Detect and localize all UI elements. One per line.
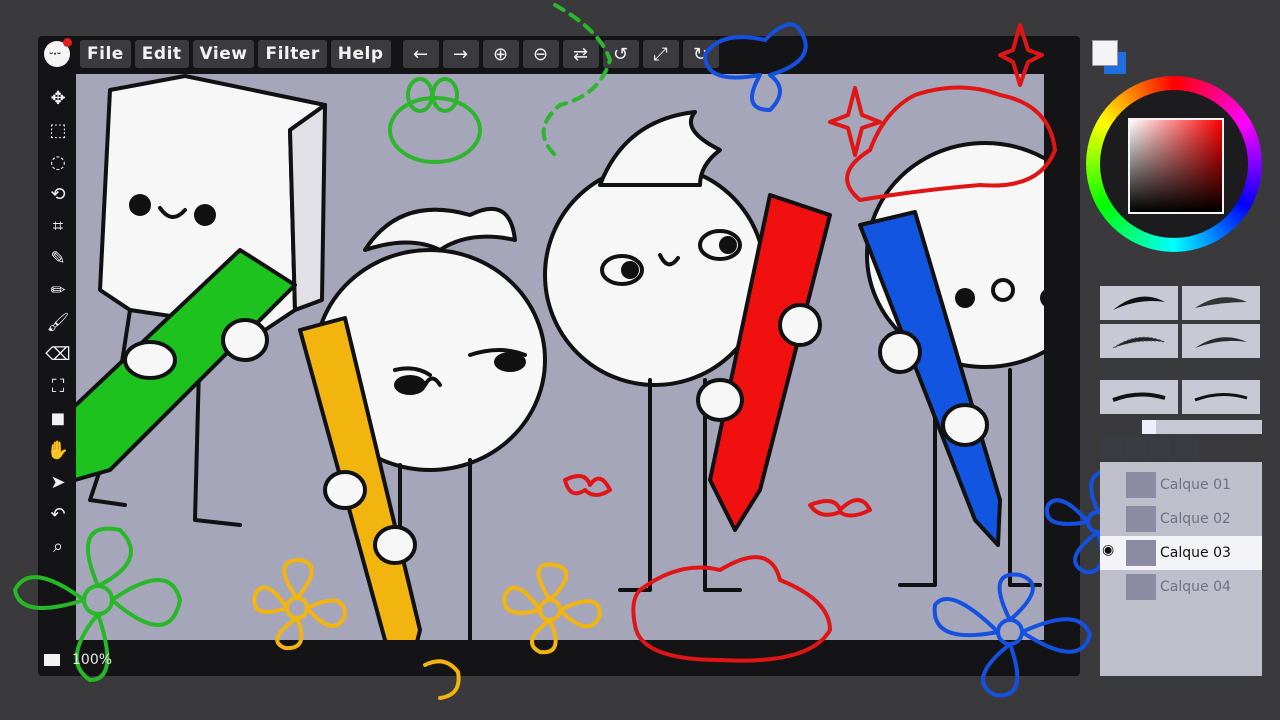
move-icon: ✥ <box>50 88 66 109</box>
brush-preset-3[interactable] <box>1100 324 1178 358</box>
layer-item[interactable]: Calque 01 <box>1100 468 1262 502</box>
layer-item[interactable]: Calque 04 <box>1100 570 1262 604</box>
ink-stroke-icon <box>1113 296 1165 310</box>
status-bar: 100% <box>44 648 112 672</box>
flip-button[interactable]: ⇄ <box>562 40 599 68</box>
move-tool[interactable]: ✥ <box>45 86 71 111</box>
rotate-right-button[interactable]: ↻ <box>682 40 719 68</box>
hand-icon: ✋ <box>46 440 70 461</box>
color-wheel-center <box>1100 90 1248 238</box>
layer-label: Calque 04 <box>1160 579 1231 595</box>
shape-icon: ◼ <box>50 408 66 429</box>
search-icon: ⌕ <box>52 536 64 557</box>
brush-preset-6[interactable] <box>1182 380 1260 414</box>
brush-preset-4[interactable] <box>1182 324 1260 358</box>
eyedropper-icon: ✎ <box>50 248 66 269</box>
zoom-out-icon: ⊖ <box>533 43 549 65</box>
lasso-icon: ⟲ <box>50 184 66 205</box>
zoom-level[interactable]: 100% <box>72 652 112 668</box>
ellipse-select-icon: ◌ <box>50 152 66 173</box>
brush-preset-5[interactable] <box>1100 380 1178 414</box>
smudge-icon: ➤ <box>50 472 66 493</box>
line-stroke-icon <box>1112 392 1166 402</box>
menu-view[interactable]: View <box>192 40 255 68</box>
layer-tool-3[interactable] <box>1150 438 1172 458</box>
layer-tool-4[interactable] <box>1175 438 1197 458</box>
drawing-canvas[interactable] <box>76 74 1044 640</box>
soft-stroke-icon <box>1195 297 1247 308</box>
redo-button[interactable]: → <box>442 40 479 68</box>
layers-panel: Calque 01 Calque 02 ◉ Calque 03 Calque 0… <box>1100 462 1262 676</box>
eye-icon[interactable]: ◉ <box>1102 542 1120 562</box>
menubar: ᵕ·ᵕ File Edit View Filter Help ← → ⊕ ⊖ ⇄… <box>38 36 1080 72</box>
smudge-tool[interactable]: ➤ <box>45 470 71 495</box>
color-swatches <box>1090 40 1136 80</box>
saturation-value-picker[interactable] <box>1128 118 1224 214</box>
status-color-swatch <box>44 654 60 666</box>
layer-thumbnail <box>1126 506 1156 532</box>
eyedropper-tool[interactable]: ✎ <box>45 246 71 271</box>
brush-preset-1[interactable] <box>1100 286 1178 320</box>
rect-select-icon: ⬚ <box>49 120 67 141</box>
zoom-tool[interactable]: ⌕ <box>45 534 71 559</box>
zoom-out-button[interactable]: ⊖ <box>522 40 559 68</box>
rect-select-tool[interactable]: ⬚ <box>45 118 71 143</box>
rotate-left-icon: ↺ <box>613 43 629 65</box>
zoom-in-button[interactable]: ⊕ <box>482 40 519 68</box>
brush-tool[interactable]: 🖌 <box>45 310 71 335</box>
grain-stroke-icon <box>1195 337 1247 348</box>
layer-item[interactable]: Calque 02 <box>1100 502 1262 536</box>
brush-icon: 🖌 <box>46 312 70 333</box>
history-icon: ↶ <box>50 504 66 525</box>
undo-button[interactable]: ← <box>402 40 439 68</box>
tool-palette: ✥ ⬚ ◌ ⟲ ⌗ ✎ ✏ 🖌 ⌫ ⛶ ◼ ✋ ➤ ↶ ⌕ <box>42 80 74 666</box>
layer-item-active[interactable]: ◉ Calque 03 <box>1100 536 1262 570</box>
color-wheel[interactable] <box>1086 76 1262 252</box>
paint-app: ᵕ·ᵕ File Edit View Filter Help ← → ⊕ ⊖ ⇄… <box>0 0 1280 720</box>
fit-screen-button[interactable]: ⤢ <box>642 40 679 68</box>
layer-tool-1[interactable] <box>1100 438 1122 458</box>
shape-tool[interactable]: ◼ <box>45 406 71 431</box>
slider-handle[interactable] <box>1142 420 1156 434</box>
layer-label: Calque 01 <box>1160 477 1231 493</box>
ellipse-select-tool[interactable]: ◌ <box>45 150 71 175</box>
pencil-icon: ✏ <box>50 280 66 301</box>
brush-size-slider[interactable] <box>1142 420 1262 434</box>
pen-stroke-icon <box>1194 393 1248 402</box>
layer-toolbar <box>1100 438 1197 458</box>
bucket-icon: ⛶ <box>51 376 65 397</box>
app-logo-icon[interactable]: ᵕ·ᵕ <box>44 38 72 67</box>
crop-icon: ⌗ <box>52 216 64 237</box>
redo-icon: → <box>453 43 469 65</box>
history-tool[interactable]: ↶ <box>45 502 71 527</box>
crop-tool[interactable]: ⌗ <box>45 214 71 239</box>
hand-tool[interactable]: ✋ <box>45 438 71 463</box>
layer-thumbnail <box>1126 540 1156 566</box>
layer-label: Calque 02 <box>1160 511 1231 527</box>
layer-label: Calque 03 <box>1160 545 1231 561</box>
foreground-color-swatch[interactable] <box>1092 40 1118 66</box>
eraser-icon: ⌫ <box>45 344 71 365</box>
bucket-tool[interactable]: ⛶ <box>45 374 71 399</box>
rotate-right-icon: ↻ <box>693 43 709 65</box>
brush-preset-2[interactable] <box>1182 286 1260 320</box>
pencil-tool[interactable]: ✏ <box>45 278 71 303</box>
menu-file[interactable]: File <box>80 40 131 68</box>
texture-stroke-icon <box>1112 336 1166 349</box>
eraser-tool[interactable]: ⌫ <box>45 342 71 367</box>
lasso-tool[interactable]: ⟲ <box>45 182 71 207</box>
layer-thumbnail <box>1126 472 1156 498</box>
canvas-artwork <box>76 74 1044 640</box>
undo-icon: ← <box>413 43 429 65</box>
menu-filter[interactable]: Filter <box>258 40 327 68</box>
fit-screen-icon: ⤢ <box>653 43 668 65</box>
menu-edit[interactable]: Edit <box>134 40 189 68</box>
flip-icon: ⇄ <box>573 43 589 65</box>
layer-tool-2[interactable] <box>1125 438 1147 458</box>
rotate-left-button[interactable]: ↺ <box>602 40 639 68</box>
zoom-in-icon: ⊕ <box>493 43 509 65</box>
layer-thumbnail <box>1126 574 1156 600</box>
menu-help[interactable]: Help <box>330 40 391 68</box>
